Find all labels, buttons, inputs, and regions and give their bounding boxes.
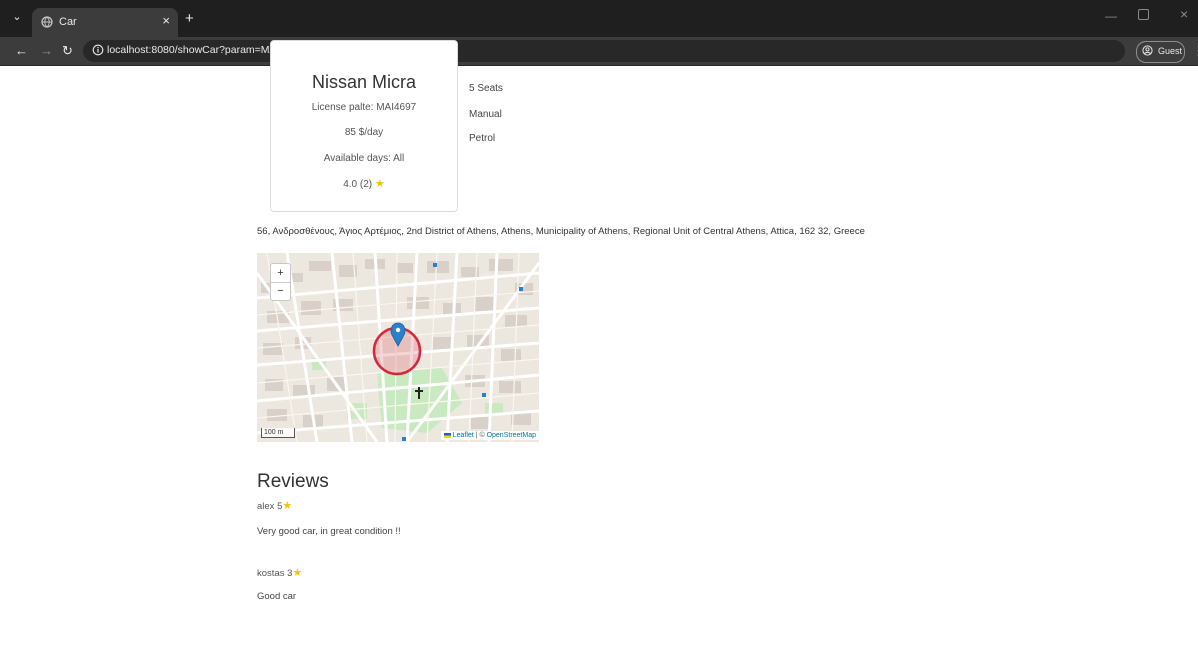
account-circle-icon bbox=[1142, 45, 1153, 56]
map-tiles bbox=[257, 253, 539, 442]
review-author-rating: alex 5★ bbox=[257, 499, 292, 512]
rating-text: 4.0 (2) bbox=[343, 179, 373, 190]
car-card: Nissan Micra License palte: MAI4697 85 $… bbox=[270, 40, 458, 212]
browser-tab-bar: ⌄ Car × + — × bbox=[0, 0, 1198, 37]
restore-icon[interactable] bbox=[1138, 9, 1149, 20]
browser-tab[interactable]: Car × bbox=[32, 8, 178, 37]
profile-label: Guest bbox=[1158, 46, 1183, 56]
tab-search-chevron-icon[interactable]: ⌄ bbox=[9, 9, 25, 25]
spec-transmission: Manual bbox=[469, 109, 502, 120]
available-days: Available days: All bbox=[323, 153, 405, 164]
license-plate: License palte: MAI4697 bbox=[311, 102, 417, 113]
car-address: 56, Ανδροσθένους, Άγιος Αρτέμιος, 2nd Di… bbox=[257, 226, 865, 237]
globe-icon bbox=[41, 16, 53, 28]
spec-seats: 5 Seats bbox=[469, 83, 503, 94]
map-attribution: Leaflet | © OpenStreetMap bbox=[440, 431, 539, 440]
car-name: Nissan Micra bbox=[311, 72, 417, 92]
site-info-icon[interactable] bbox=[92, 44, 104, 56]
window-close-icon[interactable]: × bbox=[1180, 6, 1188, 22]
leaflet-link[interactable]: Leaflet bbox=[453, 432, 474, 439]
forward-arrow-icon[interactable]: → bbox=[40, 43, 53, 58]
attribution-separator: | © bbox=[475, 432, 485, 439]
car-rating: 4.0 (2) ★ bbox=[271, 177, 457, 190]
back-arrow-icon[interactable]: ← bbox=[15, 43, 28, 58]
star-icon: ★ bbox=[374, 178, 385, 190]
zoom-in-button[interactable]: + bbox=[271, 264, 290, 283]
review-text: Very good car, in great condition !! bbox=[257, 526, 401, 537]
review-author: alex 5 bbox=[257, 501, 283, 512]
tab-title: Car bbox=[59, 16, 77, 28]
map-zoom-control: + − bbox=[270, 263, 291, 301]
spec-fuel: Petrol bbox=[469, 133, 496, 144]
openstreetmap-link[interactable]: OpenStreetMap bbox=[487, 432, 536, 439]
address-bar[interactable]: localhost:8080/showCar?param=MAI4697 bbox=[83, 40, 1125, 62]
zoom-out-button[interactable]: − bbox=[271, 282, 290, 300]
price-per-day: 85 $/day bbox=[344, 127, 384, 138]
browser-toolbar: ← → ↻ localhost:8080/showCar?param=MAI46… bbox=[0, 37, 1198, 66]
location-map[interactable]: + − 100 m Leaflet | © OpenStreetMap bbox=[257, 253, 539, 442]
reviews-heading: Reviews bbox=[257, 471, 329, 492]
new-tab-icon[interactable]: + bbox=[185, 10, 194, 27]
star-icon: ★ bbox=[292, 567, 303, 579]
review-text: Good car bbox=[257, 591, 297, 602]
review-author: kostas 3 bbox=[257, 568, 293, 579]
profile-button[interactable]: Guest bbox=[1136, 41, 1185, 63]
map-scale: 100 m bbox=[261, 428, 295, 438]
tab-close-icon[interactable]: × bbox=[162, 13, 170, 28]
star-icon: ★ bbox=[282, 500, 293, 512]
ukraine-flag-icon bbox=[443, 432, 451, 438]
reload-icon[interactable]: ↻ bbox=[62, 43, 73, 59]
minimize-icon[interactable]: — bbox=[1105, 9, 1117, 23]
review-author-rating: kostas 3★ bbox=[257, 566, 302, 579]
browser-menu-icon[interactable]: ⋮ bbox=[1192, 43, 1198, 59]
